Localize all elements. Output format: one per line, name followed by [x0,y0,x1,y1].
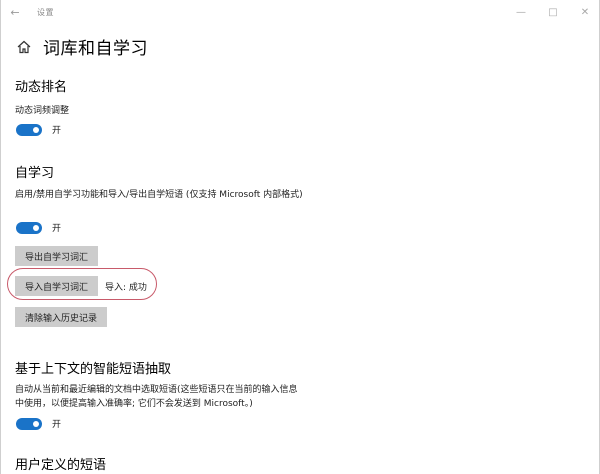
dynamic-sort-toggle-label: 开 [52,126,62,136]
settings-window: ← 设置 — □ ✕ 词库和自学习 动态排名 动态词频调整 开 自学习 启用/禁… [0,0,600,474]
import-status: 导入: 成功 [105,283,147,293]
page-title: 词库和自学习 [43,39,148,59]
context-phrase-toggle[interactable] [16,417,42,430]
context-phrase-description: 自动从当前和最近编辑的文档中选取短语(这些短语只在当前的输入信息中使用，以便提高… [15,385,298,409]
close-button[interactable]: ✕ [569,0,599,24]
maximize-icon: □ [548,6,558,18]
self-learning-description: 启用/禁用自学习功能和导入/导出自学短语 (仅支持 Microsoft 内部格式… [15,190,303,200]
toggle-knob [33,224,39,231]
user-phrases-heading: 用户定义的短语 [15,458,107,473]
dynamic-sort-heading: 动态排名 [15,80,68,95]
dynamic-sort-description: 动态词频调整 [15,106,70,116]
export-self-learning-button[interactable]: 导出自学习词汇 [15,246,99,266]
window-controls: — □ ✕ [505,0,599,24]
close-icon: ✕ [580,6,590,18]
clear-history-button[interactable]: 清除输入历史记录 [15,307,108,327]
toggle-knob [33,126,39,133]
context-phrase-toggle-row: 开 [16,417,61,430]
import-self-learning-button[interactable]: 导入自学习词汇 [15,276,99,296]
toggle-knob [33,420,39,427]
back-button[interactable]: ← [1,0,29,24]
maximize-button[interactable]: □ [537,0,569,24]
minimize-icon: — [516,6,526,18]
self-learning-toggle-row: 开 [16,221,61,234]
arrow-left-icon: ← [10,5,20,19]
self-learning-heading: 自学习 [15,166,55,181]
app-title: 设置 [37,7,54,17]
self-learning-toggle-label: 开 [52,224,62,234]
home-icon[interactable] [17,40,31,54]
context-phrase-heading: 基于上下文的智能短语抽取 [15,362,172,377]
page-header: 词库和自学习 [17,34,148,59]
dynamic-sort-toggle[interactable] [16,123,42,136]
minimize-button[interactable]: — [505,0,537,24]
dynamic-sort-toggle-row: 开 [16,123,61,136]
title-bar: ← 设置 — □ ✕ [1,0,599,24]
context-phrase-toggle-label: 开 [52,420,62,430]
self-learning-toggle[interactable] [16,221,42,234]
